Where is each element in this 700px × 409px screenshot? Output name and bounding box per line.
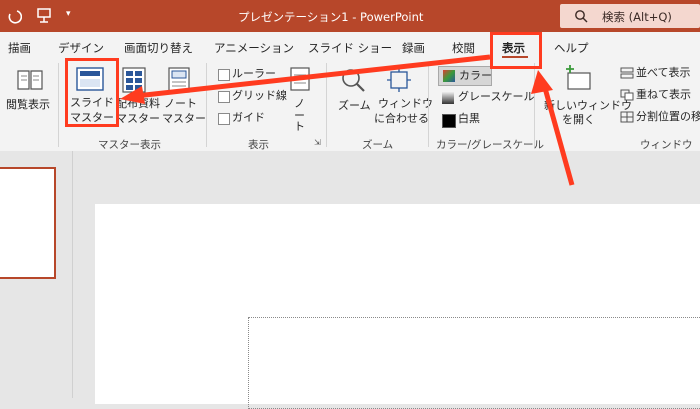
arrow-to-slide-master — [135, 54, 491, 99]
arrow-to-view-tab — [542, 87, 575, 186]
arrow-head-up — [531, 70, 553, 94]
annotation-arrows — [120, 54, 575, 186]
arrow-head-left — [120, 86, 145, 104]
